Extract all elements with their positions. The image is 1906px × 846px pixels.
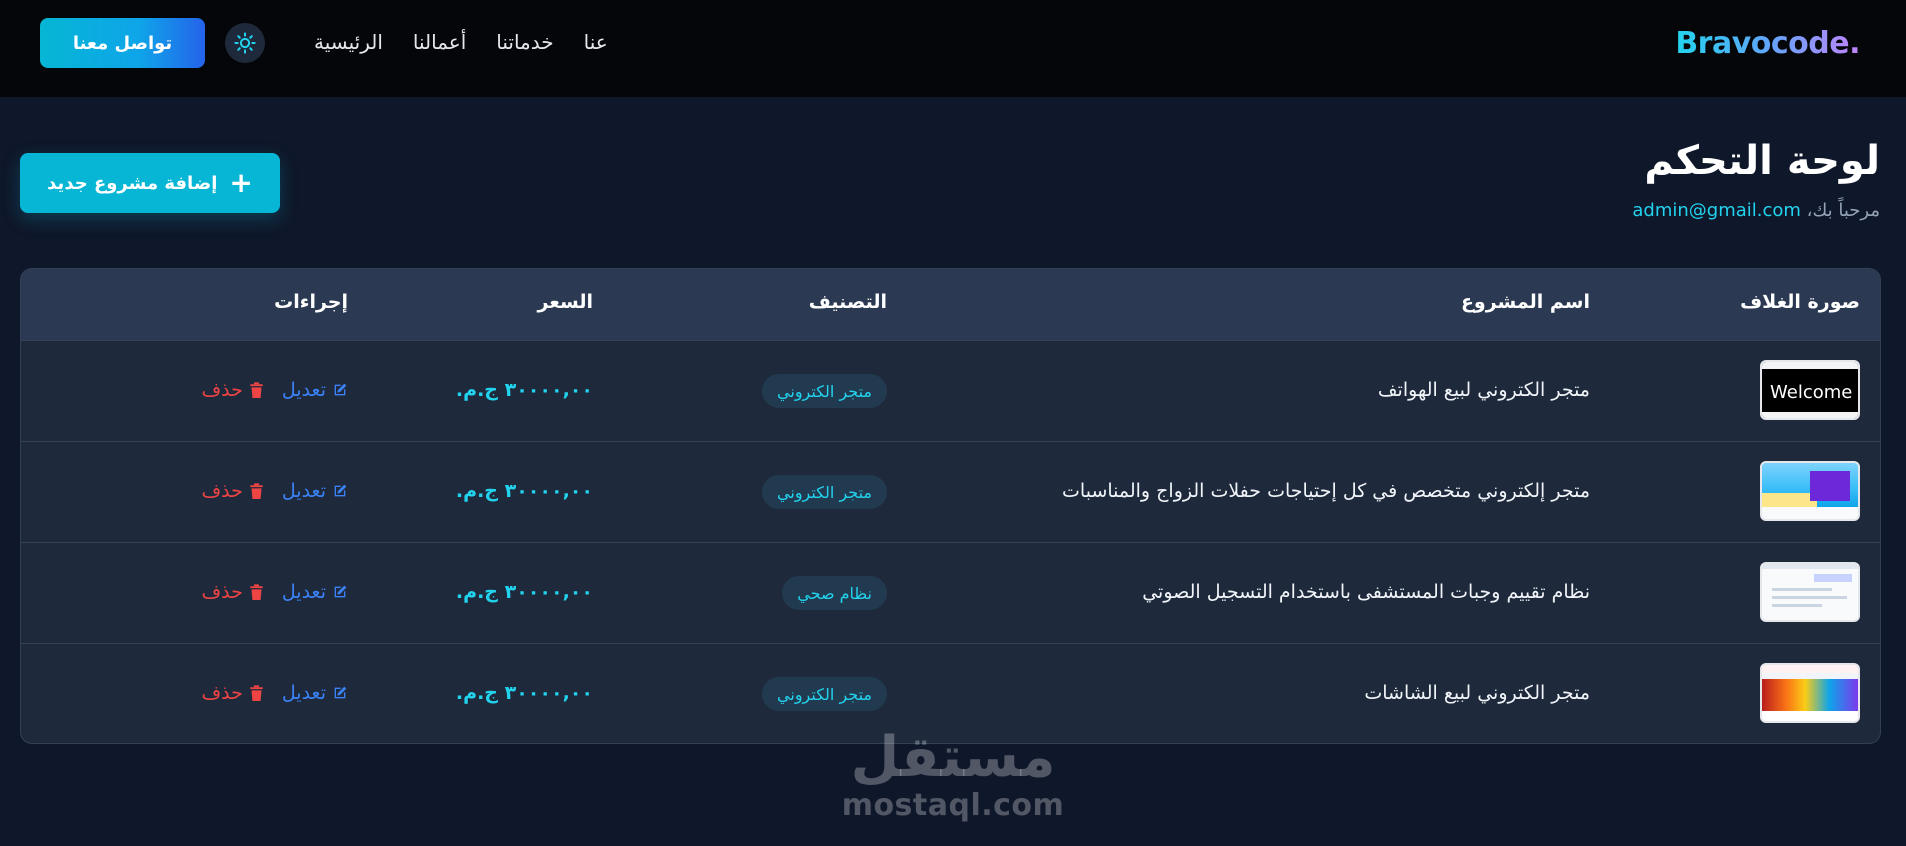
row-actions: تعديل حذف [201, 480, 348, 502]
project-name: متجر إلكتروني متخصص في كل إحتياجات حفلات… [1062, 480, 1590, 502]
edit-button[interactable]: تعديل [282, 379, 348, 401]
delete-label: حذف [201, 480, 243, 502]
add-project-button[interactable]: + إضافة مشروع جديد [20, 153, 280, 213]
delete-label: حذف [201, 581, 243, 603]
plus-icon: + [229, 166, 253, 199]
trash-icon [250, 381, 263, 398]
project-price: ٣٠٠٠٠,٠٠ ج.م. [455, 682, 593, 704]
nav-link-services[interactable]: خدماتنا [496, 30, 553, 54]
projects-table: صورة الغلاف اسم المشروع التصنيف السعر إج… [20, 268, 1881, 744]
project-price: ٣٠٠٠٠,٠٠ ج.م. [455, 480, 593, 502]
category-badge: متجر الكتروني [762, 677, 887, 711]
welcome-text: مرحباً بك، admin@gmail.com [1632, 200, 1880, 221]
table-row: متجر إلكتروني متخصص في كل إحتياجات حفلات… [21, 442, 1880, 543]
project-price: ٣٠٠٠٠,٠٠ ج.م. [455, 581, 593, 603]
edit-label: تعديل [281, 480, 326, 502]
delete-label: حذف [201, 682, 243, 704]
edit-icon [334, 484, 347, 497]
delete-label: حذف [201, 379, 243, 401]
nav-link-home[interactable]: الرئيسية [314, 30, 383, 54]
trash-icon [250, 583, 263, 600]
edit-button[interactable]: تعديل [282, 682, 348, 704]
user-email: admin@gmail.com [1632, 200, 1801, 221]
delete-button[interactable]: حذف [201, 581, 263, 603]
delete-button[interactable]: حذف [201, 682, 263, 704]
delete-button[interactable]: حذف [201, 480, 263, 502]
edit-icon [334, 383, 347, 396]
sun-icon [234, 32, 256, 54]
cover-image [1760, 461, 1860, 521]
watermark-arabic: مستقل [850, 725, 1056, 790]
row-actions: تعديل حذف [201, 682, 348, 704]
watermark-latin: mostaql.com [841, 788, 1065, 823]
row-actions: تعديل حذف [201, 379, 348, 401]
trash-icon [250, 482, 263, 499]
nav-link-works[interactable]: أعمالنا [413, 30, 466, 54]
table-row: Welcome متجر الكتروني لبيع الهواتف متجر … [21, 341, 1880, 442]
column-header-price: السعر [537, 291, 593, 313]
table-header: صورة الغلاف اسم المشروع التصنيف السعر إج… [21, 269, 1880, 341]
category-badge: متجر الكتروني [762, 475, 887, 509]
navbar: Bravocode. الرئيسية أعمالنا خدماتنا عنا … [0, 0, 1906, 98]
brand-logo[interactable]: Bravocode. [1675, 26, 1860, 61]
edit-icon [334, 585, 347, 598]
edit-label: تعديل [281, 682, 326, 704]
category-badge: متجر الكتروني [762, 374, 887, 408]
project-name: متجر الكتروني لبيع الهواتف [1377, 379, 1590, 401]
mostaql-watermark: مستقل mostaql.com [838, 725, 1068, 824]
nav-link-about[interactable]: عنا [584, 30, 608, 54]
edit-button[interactable]: تعديل [282, 480, 348, 502]
edit-label: تعديل [281, 581, 326, 603]
column-header-name: اسم المشروع [1460, 291, 1590, 313]
delete-button[interactable]: حذف [201, 379, 263, 401]
project-name: نظام تقييم وجبات المستشفى باستخدام التسج… [1142, 581, 1590, 603]
edit-icon [334, 686, 347, 699]
column-header-cover: صورة الغلاف [1740, 291, 1860, 313]
project-name: متجر الكتروني لبيع الشاشات [1364, 682, 1590, 704]
cover-image-text: Welcome [1770, 382, 1853, 403]
theme-toggle-button[interactable] [225, 23, 265, 63]
page-title: لوحة التحكم [1644, 138, 1880, 184]
nav-links: الرئيسية أعمالنا خدماتنا عنا [314, 30, 608, 54]
edit-button[interactable]: تعديل [282, 581, 348, 603]
row-actions: تعديل حذف [201, 581, 348, 603]
welcome-prefix: مرحباً بك، [1806, 200, 1880, 221]
cover-image [1760, 562, 1860, 622]
cover-image: Welcome [1760, 360, 1860, 420]
edit-label: تعديل [281, 379, 326, 401]
column-header-actions: إجراءات [274, 291, 348, 313]
trash-icon [250, 684, 263, 701]
contact-button[interactable]: تواصل معنا [40, 18, 205, 68]
category-badge: نظام صحي [782, 576, 887, 610]
column-header-category: التصنيف [808, 291, 887, 313]
project-price: ٣٠٠٠٠,٠٠ ج.م. [455, 379, 593, 401]
cover-image [1760, 663, 1860, 723]
add-project-label: إضافة مشروع جديد [47, 172, 218, 194]
table-row: نظام تقييم وجبات المستشفى باستخدام التسج… [21, 543, 1880, 644]
